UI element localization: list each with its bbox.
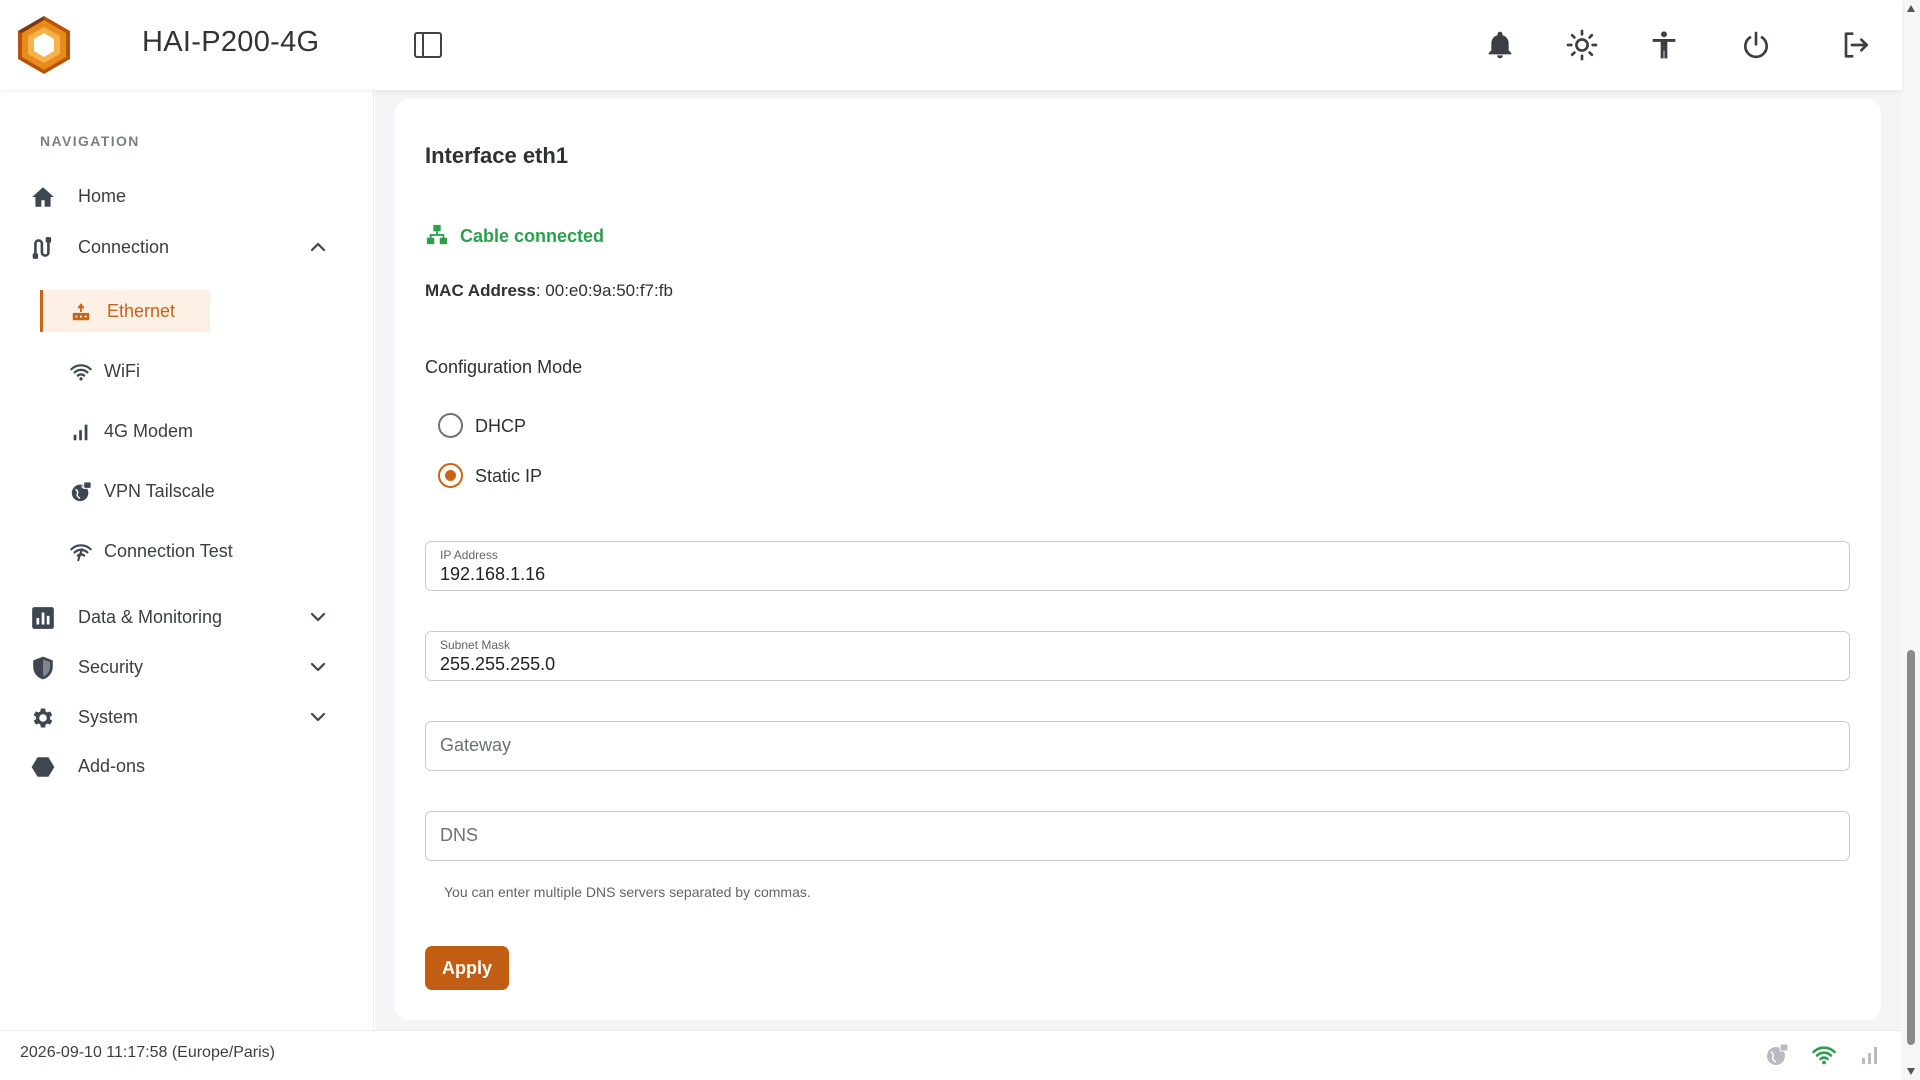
scroll-down-arrow-icon[interactable] [1906, 1066, 1916, 1076]
subnet-mask-field[interactable]: Subnet Mask 255.255.255.0 [425, 631, 1850, 681]
accessibility-icon[interactable] [1648, 29, 1680, 61]
sidebar-item-label: Home [78, 186, 127, 206]
dns-placeholder: DNS [440, 825, 479, 845]
radio-label: Static IP [475, 466, 543, 486]
sidebar-subitem-4g-modem[interactable]: 4G Modem [40, 410, 210, 452]
sidebar-item-label: Data & Monitoring [78, 607, 223, 627]
dns-field[interactable]: DNS [425, 811, 1850, 861]
footer [0, 1030, 1902, 1080]
bell-icon[interactable] [1484, 29, 1516, 61]
sidebar-item-system[interactable]: System [30, 697, 340, 737]
chart-icon [30, 605, 56, 631]
scroll-up-arrow-icon[interactable] [1906, 4, 1916, 14]
cable-status-text: Cable connected [460, 226, 605, 246]
sidebar-subitem-ethernet[interactable]: Ethernet [40, 290, 210, 332]
sidebar-toggle-icon[interactable] [413, 31, 443, 59]
nav-heading: NAVIGATION [40, 133, 140, 149]
wifi-test-icon [70, 541, 92, 563]
radio-dhcp[interactable]: DHCP [436, 411, 596, 441]
radio-circle[interactable] [438, 413, 463, 438]
page-scrollbar[interactable] [1902, 0, 1920, 1080]
footer-datetime: 2026-09-10 11:17:58 (Europe/Paris) [20, 1044, 275, 1061]
sun-icon[interactable] [1566, 29, 1598, 61]
sidebar-subitem-connection-test[interactable]: Connection Test [40, 530, 233, 572]
hexagon-icon [30, 754, 56, 780]
dns-helper-text: You can enter multiple DNS servers separ… [444, 884, 811, 900]
network-connected-icon [426, 224, 448, 246]
sidebar-subitem-label: WiFi [104, 361, 140, 381]
page-title: Interface eth1 [425, 143, 569, 168]
ip-address-field[interactable]: IP Address 192.168.1.16 [425, 541, 1850, 591]
sidebar-item-label: Add-ons [78, 756, 146, 776]
vpn-status-icon [1765, 1043, 1789, 1067]
sidebar-item-label: Security [78, 657, 144, 677]
radio-circle[interactable] [438, 463, 463, 488]
shield-icon [30, 655, 56, 681]
sidebar-item-home[interactable]: Home [30, 176, 340, 216]
power-icon[interactable] [1740, 29, 1772, 61]
sidebar-subitem-label: 4G Modem [104, 421, 194, 441]
chevron-down-icon[interactable] [308, 607, 328, 627]
radio-label: DHCP [475, 416, 527, 436]
chevron-up-icon[interactable] [308, 237, 328, 257]
sidebar-subitem-wifi[interactable]: WiFi [40, 350, 210, 392]
mac-address-label: MAC Address [425, 281, 536, 300]
logout-icon[interactable] [1840, 29, 1872, 61]
sidebar-item-data-monitoring[interactable]: Data & Monitoring [30, 597, 340, 637]
gateway-field[interactable]: Gateway [425, 721, 1850, 771]
connection-icon [30, 235, 56, 261]
wifi-icon [70, 361, 92, 383]
gateway-placeholder: Gateway [440, 735, 512, 755]
sidebar-item-connection[interactable]: Connection [30, 227, 340, 267]
sidebar-item-label: Connection [78, 237, 170, 257]
gear-icon [30, 705, 56, 731]
sidebar-item-security[interactable]: Security [30, 647, 340, 687]
radio-static-ip[interactable]: Static IP [436, 461, 596, 491]
app-title: HAI-P200-4G [142, 26, 320, 58]
signal-status-icon [1858, 1043, 1882, 1067]
subnet-mask-value[interactable]: 255.255.255.0 [440, 654, 555, 675]
ip-address-value[interactable]: 192.168.1.16 [440, 564, 545, 585]
sidebar-subitem-label: Ethernet [107, 301, 176, 321]
sidebar-subitem-label: Connection Test [104, 541, 233, 561]
ip-address-label: IP Address [440, 548, 498, 562]
sidebar-item-add-ons[interactable]: Add-ons [30, 746, 340, 786]
chevron-down-icon[interactable] [308, 657, 328, 677]
mac-address-colon: : [535, 281, 546, 300]
vpn-globe-icon [70, 481, 92, 503]
sidebar-item-label: System [78, 707, 139, 727]
wifi-status-icon [1812, 1043, 1836, 1067]
scrollbar-thumb[interactable] [1907, 650, 1915, 1045]
mac-address-value: 00:e0:9a:50:f7:fb [545, 281, 673, 300]
apply-button[interactable]: Apply [425, 946, 509, 990]
configuration-mode-label: Configuration Mode [425, 357, 583, 377]
home-icon [30, 184, 56, 210]
top-header: HAI-P200-4G [0, 0, 1902, 90]
chevron-down-icon[interactable] [308, 707, 328, 727]
mac-address: MAC Address: 00:e0:9a:50:f7:fb [425, 281, 673, 301]
signal-bars-icon [70, 421, 92, 443]
subnet-mask-label: Subnet Mask [440, 638, 511, 652]
app-logo [14, 14, 74, 76]
ethernet-icon [70, 301, 92, 323]
radio-dot [445, 470, 456, 481]
sidebar-subitem-label: VPN Tailscale [104, 481, 215, 501]
sidebar-subitem-vpn-tailscale[interactable]: VPN Tailscale [40, 470, 215, 512]
